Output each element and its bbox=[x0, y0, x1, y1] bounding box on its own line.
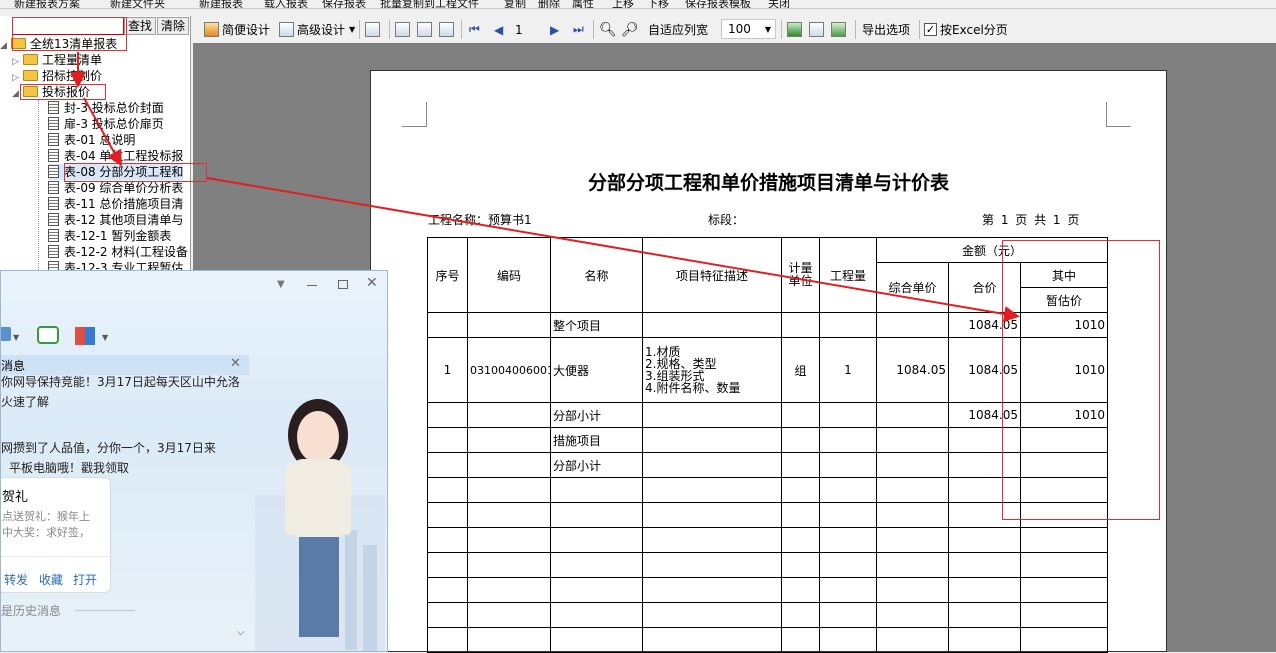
annotation-arrow bbox=[206, 177, 1020, 322]
annotation-arrow bbox=[83, 97, 122, 167]
annotation-arrows bbox=[70, 52, 1020, 322]
